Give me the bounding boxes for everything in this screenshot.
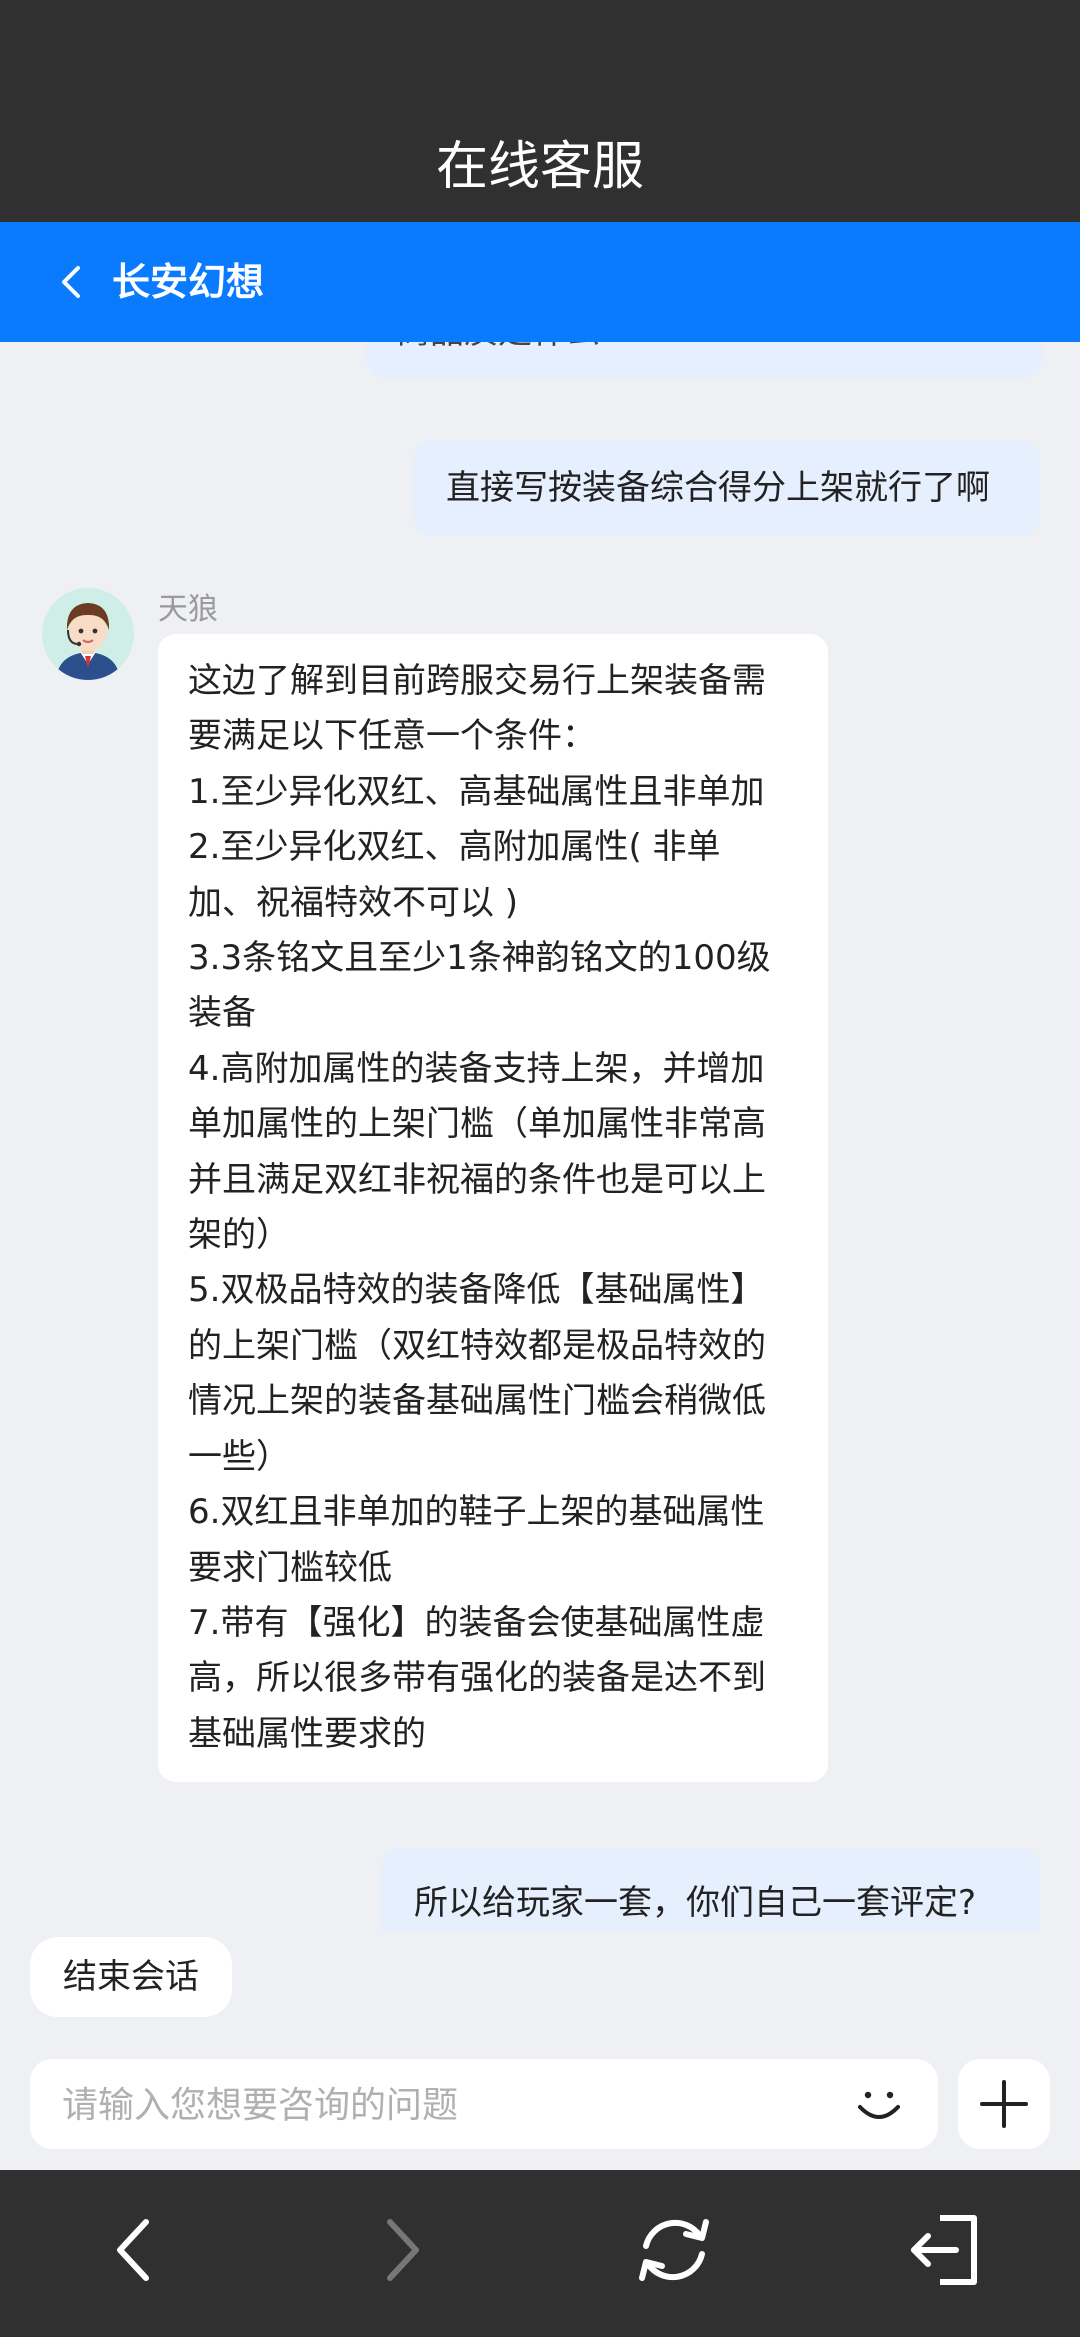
- message-input[interactable]: [60, 2069, 844, 2141]
- chevron-left-icon[interactable]: [42, 252, 102, 312]
- plus-icon: [980, 2080, 1028, 2128]
- message-text: 直接写按装备综合得分上架就行了啊: [446, 468, 990, 508]
- message-line: 高，所以很多带有强化的装备是达不到: [188, 1658, 766, 1699]
- message-line: 一些）: [188, 1436, 290, 1477]
- message-line: 情况上架的装备基础属性门槛会稍微低: [188, 1381, 766, 1422]
- message-line: 要求门槛较低: [188, 1547, 392, 1588]
- message-line: 1.至少异化双红、高基础属性且非单加: [188, 771, 765, 812]
- message-line: 5.双极品特效的装备降低【基础属性】: [188, 1270, 765, 1311]
- title-bar: 在线客服: [0, 0, 1080, 222]
- message-text: 所以给玩家一套，你们自己一套评定?: [414, 1883, 977, 1923]
- agent-name: 天狼: [158, 592, 218, 627]
- message-line: 装备: [188, 993, 256, 1034]
- message-line: 架的）: [188, 1215, 290, 1256]
- user-message: 所以给玩家一套，你们自己一套评定?: [382, 1848, 1040, 1932]
- message-line: 6.双红且非单加的鞋子上架的基础属性: [188, 1492, 765, 1533]
- back-arrow-icon[interactable]: [84, 2200, 184, 2300]
- game-header: 长安幻想: [0, 222, 1080, 342]
- message-input-box[interactable]: [30, 2059, 938, 2149]
- agent-message-text: 这边了解到目前跨服交易行上架装备需 要满足以下任意一个条件： 1.至少异化双红、…: [188, 654, 808, 1762]
- agent-message: 这边了解到目前跨服交易行上架装备需 要满足以下任意一个条件： 1.至少异化双红、…: [158, 634, 828, 1782]
- message-line: 单加属性的上架门槛（单加属性非常高: [188, 1104, 766, 1145]
- forward-arrow-icon[interactable]: [352, 2200, 452, 2300]
- message-line: 基础属性要求的: [188, 1713, 426, 1754]
- smile-icon[interactable]: [848, 2073, 910, 2135]
- user-message-partial: 商品质是什么: [366, 342, 1042, 378]
- message-line: 3.3条铭文且至少1条神韵铭文的100级: [188, 938, 771, 979]
- message-line: 7.带有【强化】的装备会使基础属性虚: [188, 1602, 765, 1643]
- message-line: 加、祝福特效不可以 ): [188, 882, 519, 923]
- page-title: 在线客服: [435, 137, 644, 197]
- message-line: 要满足以下任意一个条件：: [188, 716, 596, 757]
- end-session-button[interactable]: 结束会话: [30, 1937, 232, 2017]
- customer-service-avatar: [42, 588, 134, 680]
- message-text: 商品质是什么: [396, 342, 600, 362]
- chat-area[interactable]: 商品质是什么 直接写按装备综合得分上架就行了啊 天狼 这边了解到目前跨服交易行上…: [0, 342, 1080, 1932]
- message-line: 并且满足双红非祝福的条件也是可以上: [188, 1159, 766, 1200]
- message-line: 2.至少异化双红、高附加属性( 非单: [188, 827, 721, 868]
- game-name: 长安幻想: [112, 260, 265, 304]
- message-line: 这边了解到目前跨服交易行上架装备需: [188, 661, 766, 701]
- bottom-navigation-bar: [0, 2170, 1080, 2337]
- user-message: 直接写按装备综合得分上架就行了啊: [414, 440, 1040, 536]
- message-line: 的上架门槛（双红特效都是极品特效的: [188, 1325, 766, 1366]
- refresh-icon[interactable]: [624, 2200, 724, 2300]
- message-line: 4.高附加属性的装备支持上架，并增加: [188, 1048, 765, 1089]
- add-button[interactable]: [958, 2059, 1050, 2149]
- exit-icon[interactable]: [896, 2200, 996, 2300]
